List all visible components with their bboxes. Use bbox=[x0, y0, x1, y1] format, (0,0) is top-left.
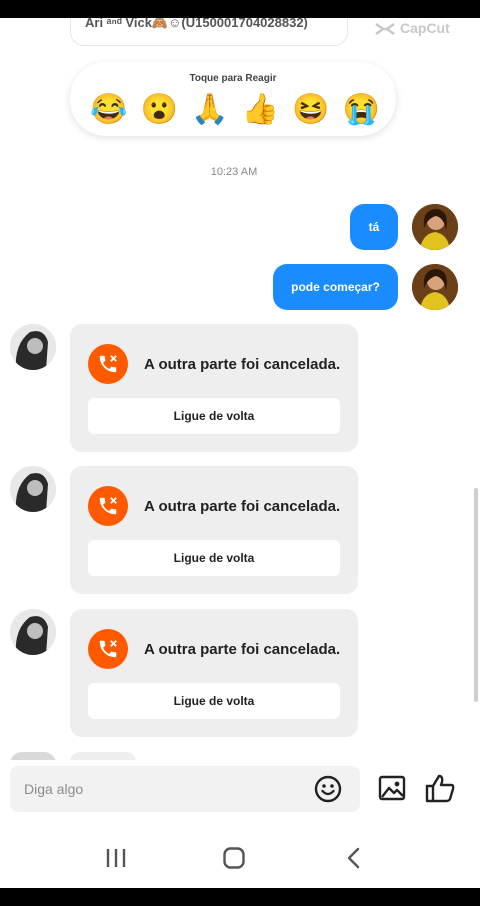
composer-bar: Diga algo bbox=[0, 760, 480, 820]
call-back-button[interactable]: Ligue de volta bbox=[88, 540, 340, 576]
status-bar bbox=[0, 0, 480, 18]
watermark-text: CapCut bbox=[400, 20, 450, 36]
contact-avatar[interactable] bbox=[10, 466, 56, 512]
bottom-bezel bbox=[0, 888, 480, 906]
recent-apps-icon[interactable] bbox=[104, 846, 128, 870]
call-status-text: A outra parte foi cancelada. bbox=[144, 498, 341, 515]
avatar-photo bbox=[412, 264, 458, 310]
pray-emoji[interactable]: 🙏 bbox=[191, 92, 228, 128]
missed-call-icon bbox=[88, 344, 128, 384]
missed-call-icon bbox=[88, 486, 128, 526]
contact-avatar[interactable] bbox=[10, 324, 56, 370]
reaction-picker: Toque para Reagir 😂 😮 🙏 👍 😆 😭 bbox=[70, 62, 396, 136]
laugh-tears-emoji[interactable]: 😂 bbox=[90, 92, 127, 128]
image-icon[interactable] bbox=[378, 774, 406, 802]
call-back-button[interactable]: Ligue de volta bbox=[88, 683, 340, 719]
sent-message[interactable]: pode começar? bbox=[273, 264, 398, 310]
thumbs-up-emoji[interactable]: 👍 bbox=[242, 92, 279, 128]
crying-emoji[interactable]: 😭 bbox=[343, 92, 380, 128]
avatar-photo bbox=[10, 324, 56, 370]
reaction-title: Toque para Reagir bbox=[189, 73, 277, 84]
call-back-button[interactable]: Ligue de volta bbox=[88, 398, 340, 434]
call-card: A outra parte foi cancelada. Ligue de vo… bbox=[70, 466, 358, 594]
message-input[interactable]: Diga algo bbox=[10, 766, 360, 812]
call-card: A outra parte foi cancelada. Ligue de vo… bbox=[70, 324, 358, 452]
message-input-placeholder: Diga algo bbox=[24, 781, 84, 797]
grin-squint-emoji[interactable]: 😆 bbox=[292, 92, 329, 128]
call-status-text: A outra parte foi cancelada. bbox=[144, 641, 341, 658]
call-card: A outra parte foi cancelada. Ligue de vo… bbox=[70, 609, 358, 737]
my-avatar[interactable] bbox=[412, 264, 458, 310]
scrollbar[interactable] bbox=[474, 488, 478, 702]
message-timestamp: 10:23 AM bbox=[210, 166, 258, 178]
call-status-text: A outra parte foi cancelada. bbox=[144, 356, 341, 373]
capcut-logo-icon bbox=[375, 23, 395, 36]
system-nav-bar bbox=[0, 830, 480, 888]
home-icon[interactable] bbox=[222, 846, 246, 870]
surprised-emoji[interactable]: 😮 bbox=[141, 92, 178, 128]
thumbs-up-icon[interactable] bbox=[424, 772, 456, 804]
contact-avatar[interactable] bbox=[10, 609, 56, 655]
avatar-photo bbox=[10, 466, 56, 512]
watermark: CapCut bbox=[374, 20, 450, 37]
back-icon[interactable] bbox=[342, 846, 366, 870]
smile-icon[interactable] bbox=[314, 775, 342, 803]
my-avatar[interactable] bbox=[412, 204, 458, 250]
avatar-photo bbox=[412, 204, 458, 250]
chat-screen: Ari ᵃⁿᵈ Vick🙈☺(U150001704028832) CapCut … bbox=[0, 0, 480, 906]
reaction-row: 😂 😮 🙏 👍 😆 😭 bbox=[90, 92, 380, 128]
sent-message[interactable]: tá bbox=[350, 204, 398, 250]
missed-call-icon bbox=[88, 629, 128, 669]
avatar-photo bbox=[10, 609, 56, 655]
